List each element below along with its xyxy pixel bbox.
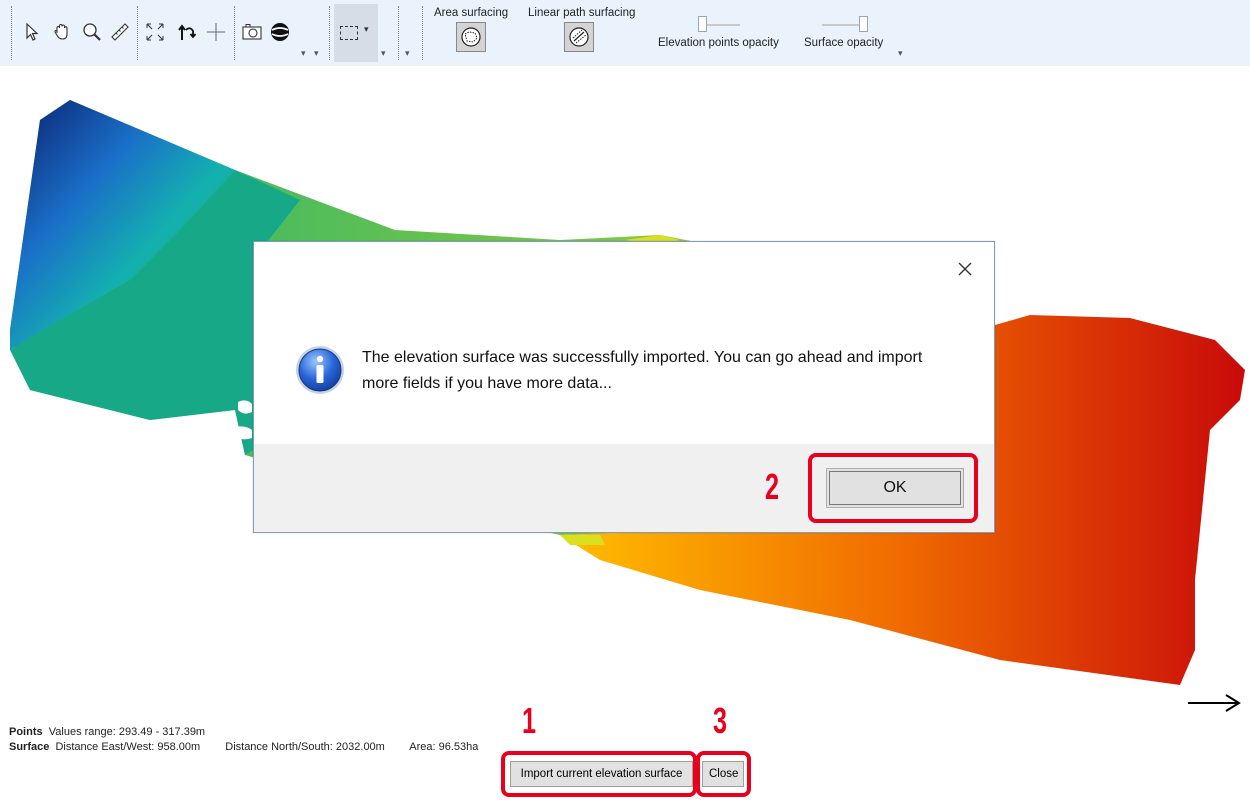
import-elevation-surface-button[interactable]: Import current elevation surface [510,761,693,787]
select-arrow-icon[interactable] [20,20,44,44]
toolbar-separator [11,6,12,60]
surface-info: Surface Distance East/West: 958.00m Dist… [9,741,478,753]
step-2-label: 2 [765,466,780,507]
camera-icon[interactable] [240,20,264,44]
direction-arrow-icon [1188,694,1241,712]
toolbar-overflow-icon[interactable]: ▾ [314,48,319,59]
close-icon [958,262,972,276]
selection-rectangle-icon [340,26,358,40]
toolbar-separator [398,6,399,60]
toolbar-overflow-icon[interactable]: ▾ [381,48,386,59]
area-surfacing-icon [461,27,481,47]
area-surfacing-label: Area surfacing [434,7,509,19]
toolbar-separator [137,6,138,60]
crosshair-icon[interactable] [204,20,228,44]
step-1-label: 1 [522,700,537,741]
area-surfacing-button[interactable] [456,22,486,52]
surface-label: Surface [9,741,50,753]
toolbar-separator [234,6,235,60]
toolbar: ▾ ▾ ▾ ▾ ▾ Area surfacing Linear path sur… [0,0,1250,66]
toolbar-overflow-icon[interactable]: ▾ [405,48,410,59]
measure-ruler-icon[interactable] [108,20,132,44]
linear-path-surfacing-icon [569,27,589,47]
toolbar-separator [422,6,423,60]
surface-opacity-label: Surface opacity [804,37,884,49]
chevron-down-icon: ▾ [364,24,369,34]
elevation-points-opacity-slider[interactable] [698,16,707,32]
points-info: Points Values range: 293.49 - 317.39m [9,726,205,738]
toolbar-separator [329,6,330,60]
zoom-icon[interactable] [80,20,104,44]
linear-path-surfacing-label: Linear path surfacing [528,7,636,19]
distance-north-south: Distance North/South: 2032.00m [225,741,385,753]
toolbar-overflow-icon[interactable]: ▾ [301,48,306,59]
info-icon [296,346,344,394]
distance-east-west: Distance East/West: 958.00m [55,741,201,753]
globe-icon[interactable] [268,20,292,44]
elevation-points-opacity-label: Elevation points opacity [658,37,779,49]
toolbar-overflow-icon[interactable]: ▾ [898,48,903,59]
surface-area: Area: 96.53ha [409,741,479,753]
close-button[interactable]: Close [702,761,744,787]
step-3-label: 3 [713,700,728,741]
linear-path-surfacing-button[interactable] [564,22,594,52]
dialog-close-button[interactable] [954,258,976,280]
dialog-message: The elevation surface was successfully i… [362,349,923,392]
points-label: Points [9,726,43,738]
points-range: Values range: 293.49 - 317.39m [48,726,206,738]
ok-button-highlight [808,453,978,523]
selection-rectangle-button[interactable]: ▾ [334,4,378,62]
surface-opacity-slider[interactable] [859,16,868,32]
rotate-icon[interactable] [174,20,198,44]
zoom-extents-icon[interactable] [143,20,167,44]
pan-hand-icon[interactable] [50,20,74,44]
